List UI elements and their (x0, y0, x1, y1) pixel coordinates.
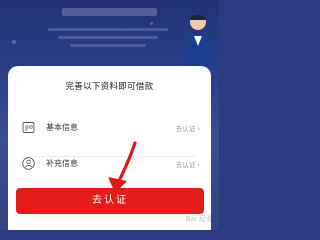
chevron-right-icon: › (197, 161, 200, 169)
verify-link-label: 去认证 (175, 125, 196, 133)
verify-link-label: 去认证 (175, 161, 196, 169)
verify-link-basic-info[interactable]: 去认证 › (176, 123, 200, 133)
banner-heading-blurred (62, 8, 157, 16)
decoration-dot (12, 40, 16, 44)
chevron-right-icon: › (197, 125, 200, 133)
person-illustration (182, 14, 216, 66)
row-label-basic-info: 基本信息 (46, 123, 78, 132)
verify-link-supplementary-info[interactable]: 去认证 › (176, 159, 200, 169)
id-card-icon (22, 122, 35, 133)
red-arrow-annotation (108, 141, 137, 193)
row-label-supplementary-info: 补充信息 (46, 159, 78, 168)
watermark: Bai 经验 (185, 215, 213, 223)
decoration-dot (150, 22, 153, 25)
banner-line (48, 28, 168, 31)
banner-line (70, 44, 146, 47)
banner-line (58, 36, 158, 39)
row-basic-info[interactable]: 基本信息 去认证 › (16, 118, 204, 142)
modal-title: 完善以下资料即可借款 (65, 82, 154, 92)
person-icon (22, 157, 35, 170)
